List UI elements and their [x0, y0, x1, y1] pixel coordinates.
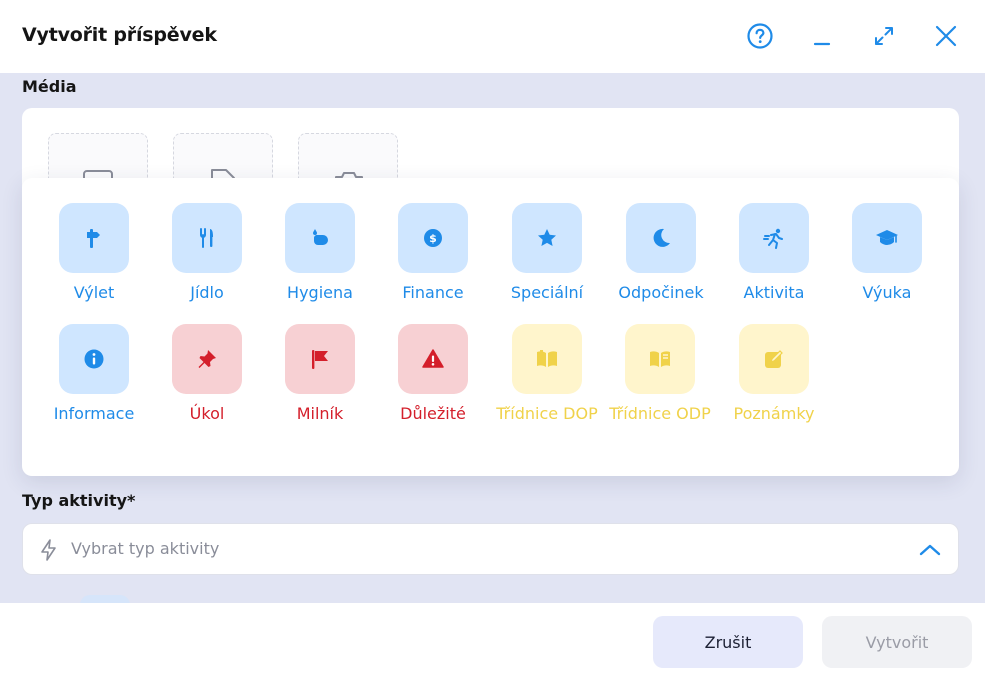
dialog-footer: Zrušit Vytvořit	[0, 603, 985, 678]
category-label: Odpočinek	[618, 283, 704, 302]
category-poznamky[interactable]: Poznámky	[714, 324, 834, 425]
info-icon	[84, 349, 104, 369]
category-label: Speciální	[510, 283, 584, 302]
category-label: Poznámky	[733, 404, 815, 423]
category-label: Jídlo	[190, 283, 224, 302]
category-finance[interactable]: $ Finance	[373, 203, 493, 304]
category-odpocinek[interactable]: Odpočinek	[601, 203, 721, 304]
category-informace[interactable]: Informace	[34, 324, 154, 425]
create-button[interactable]: Vytvořit	[822, 616, 972, 668]
category-label: Úkol	[189, 404, 225, 423]
book-open-icon	[537, 350, 557, 367]
close-icon	[935, 25, 957, 47]
dialog-content: Média Výlet Jídlo Hygiena $ Finance Spec…	[0, 73, 985, 603]
category-vyuka[interactable]: Výuka	[827, 203, 947, 304]
category-label: Třídnice DOP	[496, 404, 598, 423]
category-tile	[59, 324, 129, 394]
help-button[interactable]	[744, 20, 776, 52]
category-label: Výlet	[73, 283, 115, 302]
chevron-up-icon	[919, 544, 941, 556]
signpost-icon	[87, 229, 100, 248]
category-tridnice-odp[interactable]: Třídnice ODP	[600, 324, 720, 425]
category-label: Výuka	[862, 283, 912, 302]
category-tile	[512, 324, 582, 394]
activity-type-label: Typ aktivity*	[22, 491, 136, 510]
category-tile	[398, 324, 468, 394]
expand-icon	[875, 27, 893, 45]
category-hygiena[interactable]: Hygiena	[260, 203, 380, 304]
cancel-button[interactable]: Zrušit	[653, 616, 803, 668]
category-jidlo[interactable]: Jídlo	[147, 203, 267, 304]
category-tile	[172, 324, 242, 394]
moon-icon	[653, 228, 670, 247]
dollar-coin-icon: $	[424, 229, 442, 247]
create-post-dialog: Vytvořit příspěvek Média Výlet Jídlo Hyg…	[0, 0, 985, 678]
minimize-button[interactable]	[806, 20, 838, 52]
warning-icon	[422, 349, 444, 368]
dialog-title: Vytvořit příspěvek	[22, 24, 217, 46]
star-icon	[538, 229, 556, 246]
dialog-header: Vytvořit příspěvek	[0, 0, 985, 73]
category-vylet[interactable]: Výlet	[34, 203, 154, 304]
question-circle-icon	[747, 23, 773, 49]
media-label: Média	[22, 77, 77, 96]
category-tile	[59, 203, 129, 273]
category-popover: Výlet Jídlo Hygiena $ Finance Speciální …	[22, 178, 959, 476]
category-tile	[512, 203, 582, 273]
note-edit-icon	[765, 350, 783, 368]
category-tile	[285, 203, 355, 273]
minimize-icon	[813, 42, 831, 46]
category-ukol[interactable]: Úkol	[147, 324, 267, 425]
category-label: Informace	[53, 404, 135, 423]
hidden-content-peek	[80, 595, 130, 603]
category-label: Aktivita	[743, 283, 805, 302]
category-label: Hygiena	[287, 283, 353, 302]
flag-icon	[312, 350, 328, 369]
category-aktivita[interactable]: Aktivita	[714, 203, 834, 304]
category-label: Finance	[402, 283, 464, 302]
hand-wash-icon	[313, 229, 328, 245]
category-tile	[172, 203, 242, 273]
category-dulezite[interactable]: Důležité	[373, 324, 493, 425]
book-icon	[650, 351, 670, 367]
graduation-cap-icon	[876, 230, 898, 245]
category-tile	[626, 203, 696, 273]
svg-text:$: $	[429, 232, 437, 245]
running-icon	[763, 228, 783, 249]
activity-type-placeholder: Vybrat typ aktivity	[71, 539, 220, 558]
category-milnik[interactable]: Milník	[260, 324, 380, 425]
category-label: Důležité	[400, 404, 466, 423]
category-specialni[interactable]: Speciální	[487, 203, 607, 304]
category-label: Milník	[296, 404, 344, 423]
lightning-icon	[41, 539, 56, 561]
pin-icon	[198, 350, 216, 368]
category-tile	[739, 324, 809, 394]
category-label: Třídnice ODP	[609, 404, 711, 423]
activity-type-select[interactable]: Vybrat typ aktivity	[22, 523, 959, 575]
close-button[interactable]	[930, 20, 962, 52]
category-tridnice-dop[interactable]: Třídnice DOP	[487, 324, 607, 425]
category-tile	[739, 203, 809, 273]
category-tile	[625, 324, 695, 394]
expand-button[interactable]	[868, 20, 900, 52]
category-tile: $	[398, 203, 468, 273]
utensils-icon	[200, 228, 213, 248]
category-tile	[285, 324, 355, 394]
category-tile	[852, 203, 922, 273]
